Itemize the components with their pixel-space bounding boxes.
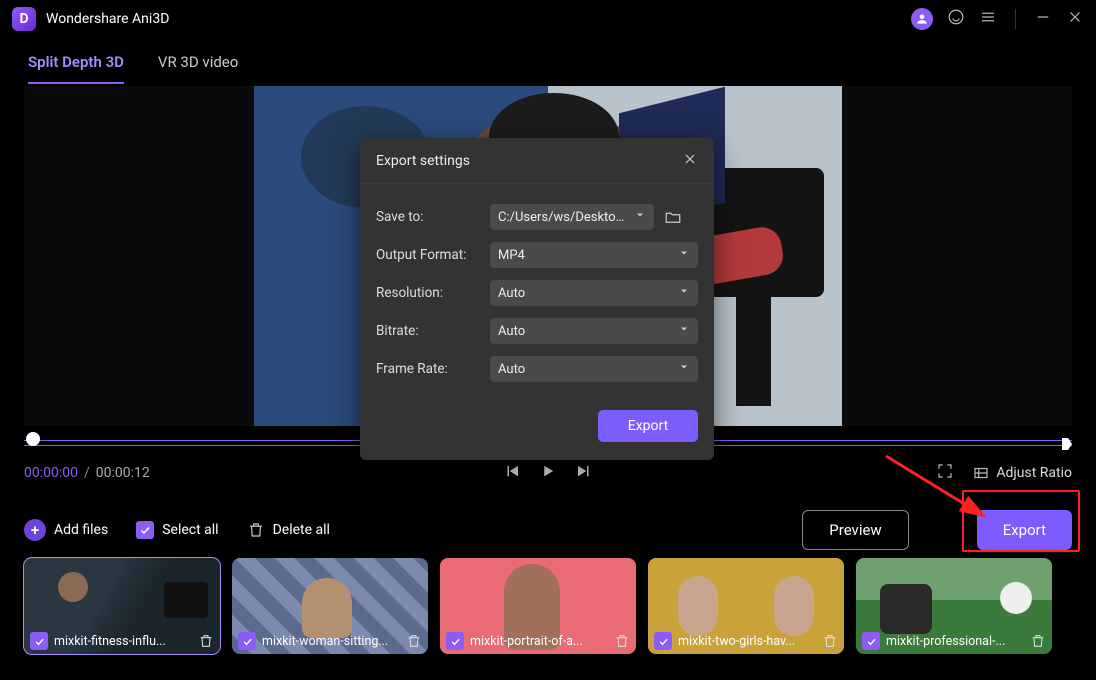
thumb-filename: mixkit-portrait-of-a... xyxy=(470,634,608,649)
thumb-checkbox[interactable] xyxy=(238,632,256,650)
adjust-ratio-button[interactable]: Adjust Ratio xyxy=(972,464,1072,482)
menu-icon[interactable] xyxy=(979,8,997,30)
resolution-label: Resolution: xyxy=(376,285,490,301)
plus-icon: + xyxy=(24,519,46,541)
thumb-filename: mixkit-two-girls-hav... xyxy=(678,634,816,649)
checkbox-icon xyxy=(136,521,154,539)
tab-split-depth-3d[interactable]: Split Depth 3D xyxy=(28,41,124,83)
trash-icon xyxy=(247,521,265,539)
app-title: Wondershare Ani3D xyxy=(46,11,169,27)
output-format-select[interactable]: MP4 xyxy=(490,242,698,268)
thumb-checkbox[interactable] xyxy=(30,632,48,650)
thumb-filename: mixkit-woman-sitting... xyxy=(262,634,400,649)
save-to-select[interactable]: C:/Users/ws/Desktop/Ani3D xyxy=(490,204,654,230)
time-separator: / xyxy=(84,465,90,481)
save-to-label: Save to: xyxy=(376,209,490,225)
playhead[interactable] xyxy=(26,432,40,446)
titlebar: D Wondershare Ani3D xyxy=(0,0,1096,38)
thumbnail[interactable]: mixkit-fitness-influ... xyxy=(24,558,220,654)
thumb-delete-icon[interactable] xyxy=(1030,633,1046,649)
timeline-end-marker xyxy=(1062,435,1072,447)
bitrate-select[interactable]: Auto xyxy=(490,318,698,344)
delete-all-button[interactable]: Delete all xyxy=(247,521,330,539)
time-total: 00:00:12 xyxy=(96,465,150,481)
preview-button[interactable]: Preview xyxy=(802,510,908,550)
dialog-title: Export settings xyxy=(376,153,470,169)
select-all-button[interactable]: Select all xyxy=(136,521,218,539)
account-icon[interactable] xyxy=(911,8,933,30)
chevron-down-icon xyxy=(634,209,646,225)
app-logo: D xyxy=(12,7,36,31)
thumb-delete-icon[interactable] xyxy=(822,633,838,649)
chevron-down-icon xyxy=(678,323,690,339)
divider xyxy=(1015,9,1016,29)
framerate-select[interactable]: Auto xyxy=(490,356,698,382)
support-icon[interactable] xyxy=(947,8,965,30)
thumbnail-strip: mixkit-fitness-influ... mixkit-woman-sit… xyxy=(24,558,1072,654)
chevron-down-icon xyxy=(678,361,690,377)
actions-bar: + Add files Select all Delete all Previe… xyxy=(24,502,1072,558)
add-files-button[interactable]: + Add files xyxy=(24,519,108,541)
tabs: Split Depth 3D VR 3D video xyxy=(0,38,1096,86)
framerate-label: Frame Rate: xyxy=(376,361,490,377)
thumbnail[interactable]: mixkit-woman-sitting... xyxy=(232,558,428,654)
thumb-delete-icon[interactable] xyxy=(406,633,422,649)
play-button[interactable] xyxy=(539,462,557,484)
minimize-icon[interactable] xyxy=(1034,8,1052,30)
thumb-checkbox[interactable] xyxy=(862,632,880,650)
thumb-filename: mixkit-fitness-influ... xyxy=(54,634,192,649)
prev-button[interactable] xyxy=(503,462,521,484)
adjust-ratio-label: Adjust Ratio xyxy=(996,465,1072,481)
next-button[interactable] xyxy=(575,462,593,484)
dialog-export-button[interactable]: Export xyxy=(598,410,698,442)
thumb-filename: mixkit-professional-... xyxy=(886,634,1024,649)
close-dialog-button[interactable] xyxy=(682,151,698,171)
tab-vr-3d-video[interactable]: VR 3D video xyxy=(158,41,238,83)
chevron-down-icon xyxy=(678,247,690,263)
output-format-label: Output Format: xyxy=(376,247,490,263)
browse-folder-icon[interactable] xyxy=(664,208,682,226)
resolution-select[interactable]: Auto xyxy=(490,280,698,306)
bitrate-label: Bitrate: xyxy=(376,323,490,339)
thumbnail[interactable]: mixkit-portrait-of-a... xyxy=(440,558,636,654)
thumb-delete-icon[interactable] xyxy=(614,633,630,649)
thumb-delete-icon[interactable] xyxy=(198,633,214,649)
thumb-checkbox[interactable] xyxy=(446,632,464,650)
thumb-checkbox[interactable] xyxy=(654,632,672,650)
close-icon[interactable] xyxy=(1066,8,1084,30)
chevron-down-icon xyxy=(678,285,690,301)
time-current: 00:00:00 xyxy=(24,465,78,481)
thumbnail[interactable]: mixkit-two-girls-hav... xyxy=(648,558,844,654)
thumbnail[interactable]: mixkit-professional-... xyxy=(856,558,1052,654)
export-button[interactable]: Export xyxy=(977,510,1072,550)
fullscreen-icon[interactable] xyxy=(936,462,954,484)
export-settings-dialog: Export settings Save to: C:/Users/ws/Des… xyxy=(360,138,714,460)
